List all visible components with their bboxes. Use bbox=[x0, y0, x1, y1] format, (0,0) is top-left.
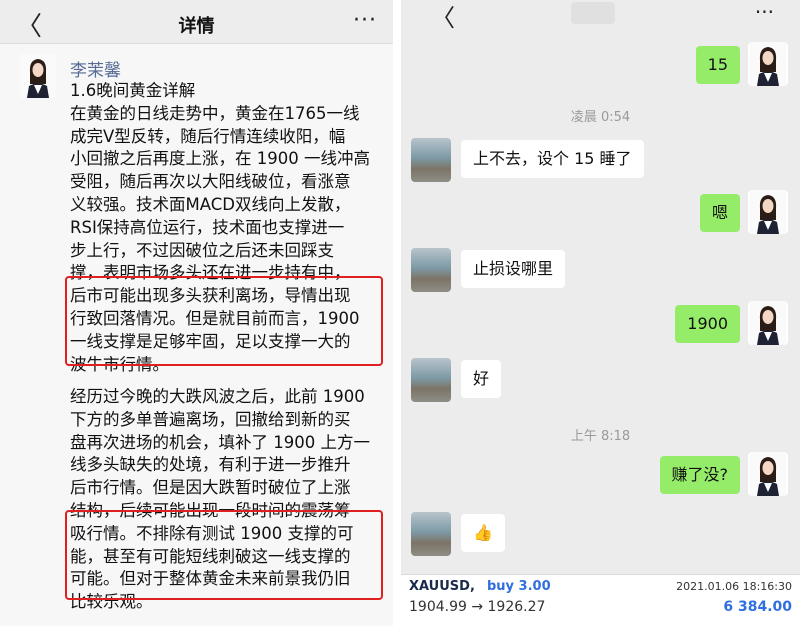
trade-profit: 6 384.00 bbox=[723, 599, 792, 615]
divider bbox=[393, 0, 401, 626]
post-text-line: 下方的多单普遍离场，回撤给到新的买 bbox=[70, 409, 351, 429]
avatar[interactable] bbox=[20, 54, 56, 98]
more-icon[interactable]: ··· bbox=[755, 0, 774, 24]
highlight-box-2 bbox=[65, 510, 383, 600]
post-text-line: 后市行情。但是因大跌暂时破位了上涨 bbox=[70, 478, 351, 498]
post-text-line: 受阻，随后再次以大阳线破位，看涨意 bbox=[70, 172, 351, 192]
post-text-line: RSI保持高位运行，技术面也支撑进一 bbox=[70, 217, 345, 237]
chat-bubble-mine[interactable]: 嗯 bbox=[699, 194, 740, 232]
post-text-line: 经历过今晚的大跌风波之后，此前 1900 bbox=[70, 387, 365, 406]
avatar[interactable] bbox=[748, 301, 788, 345]
post-text-line: 线多头缺失的处境，有利于进一步推升 bbox=[70, 455, 351, 475]
back-icon[interactable]: 〈 bbox=[431, 0, 455, 33]
chat-panel: 〈 ··· 15 凌晨 0:54 上不去，设个 15 睡了 嗯 止损设哪里 19… bbox=[401, 0, 800, 626]
poster-name[interactable]: 李茉馨 bbox=[70, 56, 121, 81]
contact-name-blurred bbox=[571, 2, 615, 24]
post-text-line: 成完Ⅴ型反转，随后行情连续收阳，幅 bbox=[70, 126, 346, 146]
post-text-line: 在黄金的日线走势中，黄金在1765一线 bbox=[70, 103, 360, 123]
page-title: 详情 bbox=[178, 16, 215, 37]
avatar[interactable] bbox=[748, 452, 788, 496]
chat-bubble-mine[interactable]: 15 bbox=[695, 46, 740, 84]
post-text-line: 盘再次进场的机会，填补了 1900 上方一 bbox=[70, 432, 370, 452]
chat-bubble-other[interactable]: 上不去，设个 15 睡了 bbox=[461, 140, 644, 178]
post-text-line: 小回撤之后再度上涨，在 1900 一线冲高 bbox=[70, 149, 370, 169]
avatar[interactable] bbox=[411, 358, 451, 402]
chat-bubble-mine[interactable]: 赚了没? bbox=[659, 456, 740, 494]
chat-bubble-other[interactable]: 👍 bbox=[461, 514, 505, 552]
chat-bubble-mine[interactable]: 1900 bbox=[675, 305, 740, 343]
trade-symbol: XAUUSD, bbox=[409, 579, 475, 594]
avatar[interactable] bbox=[748, 190, 788, 234]
avatar[interactable] bbox=[411, 138, 451, 182]
trade-datetime: 2021.01.06 18:16:30 bbox=[676, 580, 792, 593]
timestamp: 上午 8:18 bbox=[570, 429, 631, 444]
highlight-box-1 bbox=[65, 276, 383, 366]
chat-header: 〈 ··· bbox=[401, 0, 800, 33]
avatar[interactable] bbox=[411, 248, 451, 292]
trade-side: buy 3.00 bbox=[487, 579, 551, 594]
chat-bubble-other[interactable]: 止损设哪里 bbox=[461, 250, 566, 288]
post-text-line: 步上行，不过因破位之后还未回踩支 bbox=[70, 240, 334, 260]
avatar[interactable] bbox=[411, 512, 451, 556]
trade-price-move: 1904.99 → 1926.27 bbox=[409, 599, 546, 615]
detail-header: 〈 详情 ··· bbox=[0, 0, 393, 44]
trade-record: XAUUSD, buy 3.00 2021.01.06 18:16:30 190… bbox=[401, 574, 800, 626]
chat-bubble-other[interactable]: 好 bbox=[461, 360, 502, 398]
moments-detail-panel: 〈 详情 ··· 李茉馨 1.6晚间黄金详解在黄金的日线走势中，黄金在1765一… bbox=[0, 0, 393, 626]
more-icon[interactable]: ··· bbox=[353, 8, 377, 33]
post-text-line: 义较强。技术面MACD双线向上发散， bbox=[70, 194, 351, 214]
post-text-line: 1.6晚间黄金详解 bbox=[70, 81, 196, 100]
timestamp: 凌晨 0:54 bbox=[570, 110, 631, 125]
avatar[interactable] bbox=[748, 42, 788, 86]
